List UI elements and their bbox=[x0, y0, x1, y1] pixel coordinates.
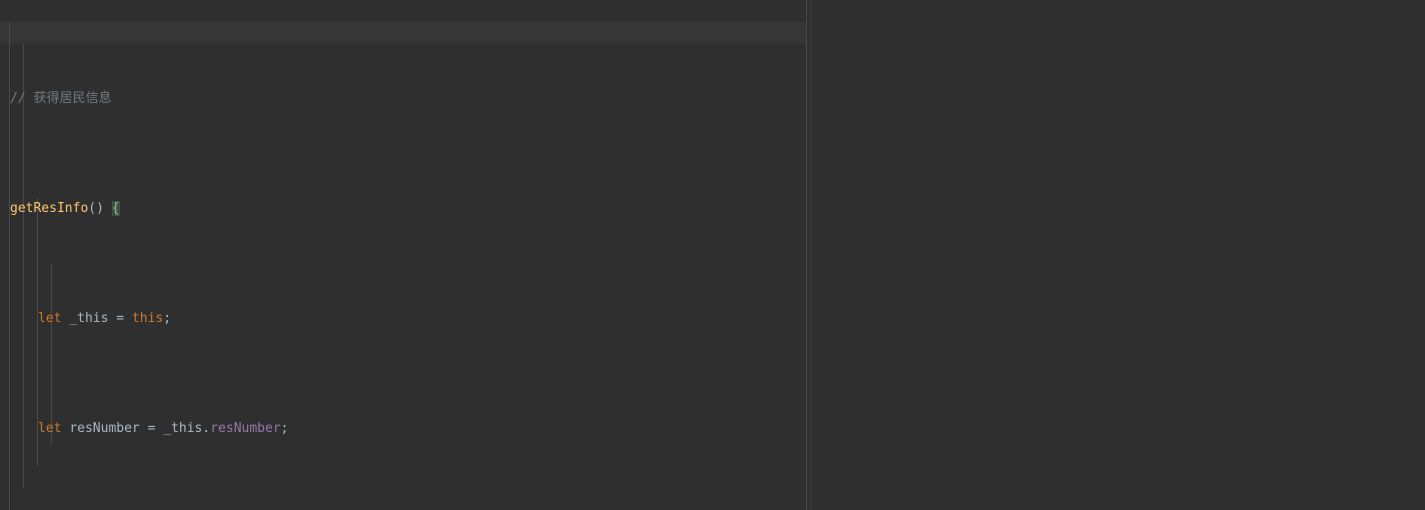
code-line: getResInfo() { bbox=[0, 198, 1425, 220]
keyword-let: let bbox=[38, 421, 62, 436]
keyword-let: let bbox=[38, 311, 62, 326]
code-line: let _this = this; bbox=[0, 308, 1425, 330]
parens: () bbox=[88, 201, 104, 216]
code-content[interactable]: // 获得居民信息 getResInfo() { let _this = thi… bbox=[0, 0, 1425, 510]
semicolon: ; bbox=[163, 311, 172, 326]
semicolon: ; bbox=[280, 421, 289, 436]
operator: = bbox=[116, 311, 125, 326]
property-name: resNumber bbox=[210, 421, 281, 436]
code-editor[interactable]: // 获得居民信息 getResInfo() { let _this = thi… bbox=[0, 0, 1425, 510]
variable-name: _this bbox=[69, 311, 109, 326]
operator: = bbox=[147, 421, 156, 436]
method-name: getResInfo bbox=[10, 201, 89, 216]
variable-name: resNumber bbox=[69, 421, 140, 436]
code-line: let resNumber = _this.resNumber; bbox=[0, 418, 1425, 440]
matching-brace: { bbox=[111, 201, 120, 216]
keyword-this: this bbox=[131, 311, 164, 326]
comment-text: // 获得居民信息 bbox=[10, 91, 112, 106]
code-line: // 获得居民信息 bbox=[0, 88, 1425, 110]
object-ref: _this bbox=[163, 421, 203, 436]
